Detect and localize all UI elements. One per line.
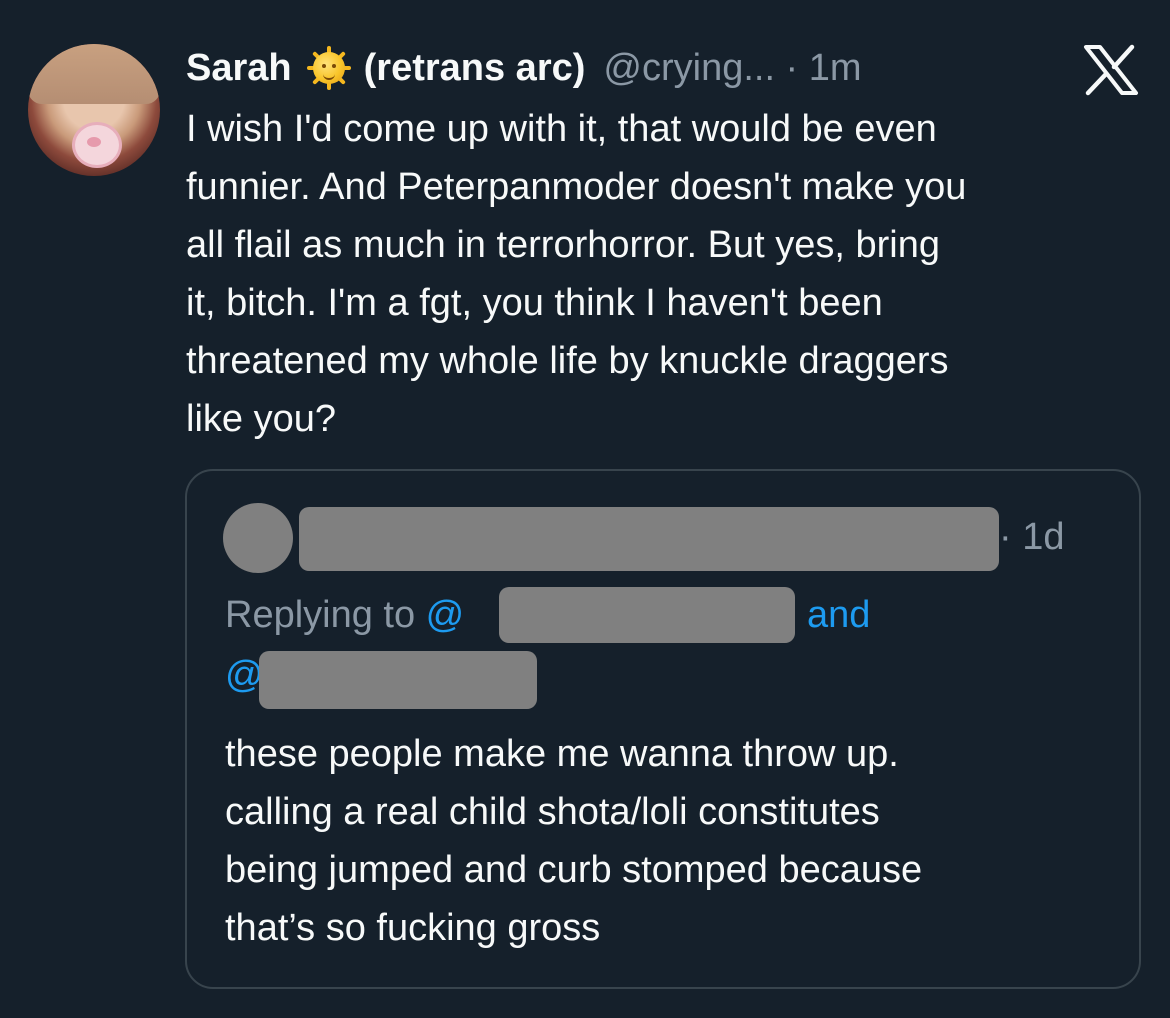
mention-at-sign-2[interactable]: @	[225, 654, 264, 696]
author-avatar[interactable]	[28, 44, 160, 176]
mention-at-sign[interactable]: @	[426, 594, 465, 636]
sun-with-face-icon	[306, 45, 352, 91]
replying-to-label: Replying to	[225, 594, 426, 636]
quoted-tweet-card[interactable]: · 1d Replying to @ and @ these people ma…	[185, 469, 1141, 989]
mention-redaction-1	[499, 587, 795, 643]
replying-and-link[interactable]: and	[807, 589, 870, 641]
tweet-header: Sarah (retrans arc) @crying... · 1m	[186, 44, 862, 92]
replying-to-line: Replying to @	[225, 589, 464, 641]
quoted-name-redaction	[299, 507, 999, 571]
quoted-time: · 1d	[999, 516, 1065, 558]
replying-to-line-2: @	[225, 649, 264, 701]
author-name-suffix[interactable]: (retrans arc)	[364, 44, 586, 92]
author-name[interactable]: Sarah	[186, 44, 292, 92]
avatar-hair	[28, 44, 160, 104]
quoted-avatar-redacted	[223, 503, 293, 573]
x-logo-icon	[1084, 44, 1138, 96]
tweet-text: I wish I'd come up with it, that would b…	[186, 108, 967, 440]
mention-redaction-2	[259, 651, 537, 709]
author-handle-time[interactable]: @crying... · 1m	[603, 44, 861, 92]
avatar-pacifier	[72, 122, 122, 168]
quoted-tweet-text: these people make me wanna throw up. cal…	[225, 733, 923, 949]
